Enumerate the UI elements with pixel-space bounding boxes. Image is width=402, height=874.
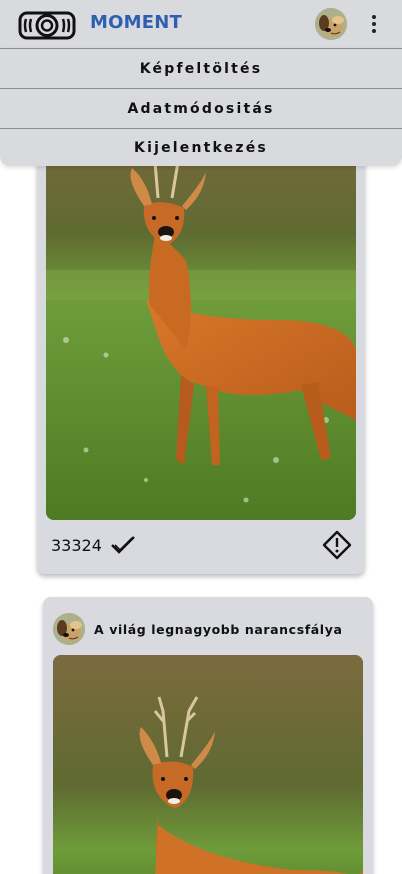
post-header: A világ legnagyobb narancsfálya	[53, 613, 342, 645]
post-card: A világ legnagyobb narancsfálya	[43, 597, 373, 874]
menu-item-edit-profile[interactable]: Adatmódositás	[0, 88, 402, 128]
post-stats: 33324	[51, 534, 136, 556]
dropdown-menu: Képfeltöltés Adatmódositás Kijelentkezés	[0, 48, 402, 166]
brand-name[interactable]: MOMENT	[90, 12, 182, 33]
dog-avatar-icon[interactable]	[53, 613, 85, 645]
post-title: A világ legnagyobb narancsfálya	[94, 621, 343, 637]
camera-icon[interactable]	[18, 9, 76, 41]
top-bar: MOMENT	[0, 0, 402, 48]
roe-deer-photo[interactable]	[53, 655, 363, 874]
kebab-menu-icon[interactable]	[364, 10, 384, 38]
menu-item-upload[interactable]: Képfeltöltés	[0, 48, 402, 88]
like-count: 33324	[51, 535, 102, 555]
page: MOMENT Képfeltöltés Adatmódositás Kijele…	[0, 0, 402, 874]
dog-avatar-icon[interactable]	[315, 8, 347, 40]
warning-diamond-icon[interactable]	[322, 530, 352, 560]
post-card: 33324	[37, 120, 365, 574]
menu-item-logout[interactable]: Kijelentkezés	[0, 128, 402, 166]
roe-deer-photo[interactable]	[46, 120, 356, 520]
checkmark-icon[interactable]	[110, 534, 136, 556]
